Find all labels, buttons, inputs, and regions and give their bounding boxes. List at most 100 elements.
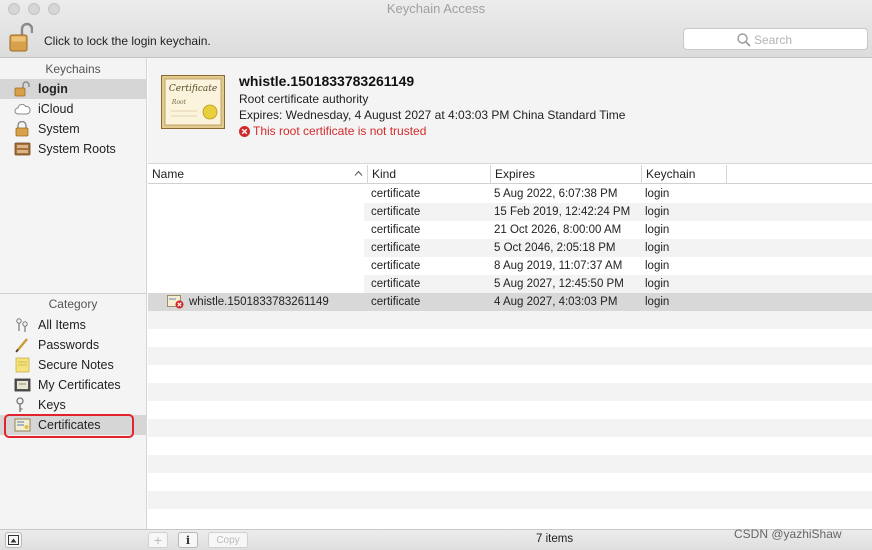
all-items-icon <box>16 318 28 332</box>
sidebar-item-login[interactable]: login <box>0 79 146 99</box>
search-icon <box>737 33 751 47</box>
trust-warning-text: This root certificate is not trusted <box>253 124 427 138</box>
cell-expires: 4 Aug 2027, 4:03:03 PM <box>494 296 618 308</box>
cell-keychain: login <box>645 206 670 218</box>
sidebar-divider <box>0 293 146 294</box>
certificate-type: Root certificate authority <box>239 92 369 106</box>
note-icon <box>15 357 30 373</box>
sidebar-item-label: My Certificates <box>38 378 121 392</box>
sidebar-item-label: System <box>38 122 80 136</box>
watermark: CSDN @yazhiShaw <box>734 527 842 541</box>
redacted-names-area <box>148 185 364 293</box>
certificate-image-title: Certificate <box>169 84 217 94</box>
sidebar-item-label: Passwords <box>38 338 100 352</box>
sidebar-item-my-certificates[interactable]: My Certificates <box>0 375 146 395</box>
cell-expires: 5 Oct 2046, 2:05:18 PM <box>494 242 616 254</box>
certificate-large-icon: Certificate Root <box>161 75 225 129</box>
lock-status-text: Click to lock the login keychain. <box>44 34 211 48</box>
table-header: Name Kind Expires Keychain <box>148 165 872 184</box>
sidebar-item-label: System Roots <box>38 142 116 156</box>
category-header: Category <box>48 297 98 311</box>
column-header-expires[interactable]: Expires <box>491 165 642 184</box>
open-lock-icon <box>9 22 34 52</box>
sidebar-item-passwords[interactable]: Passwords <box>0 335 146 355</box>
cell-expires: 15 Feb 2019, 12:42:24 PM <box>494 206 631 218</box>
title-bar: Keychain Access Click to lock the login … <box>0 0 872 58</box>
column-header-label: Expires <box>495 167 536 181</box>
sidebar: Keychains login iCloud System System Roo… <box>0 58 147 530</box>
cell-kind: certificate <box>371 224 421 236</box>
search-input[interactable] <box>754 32 854 47</box>
sidebar-item-icloud[interactable]: iCloud <box>0 99 146 119</box>
cell-expires: 5 Aug 2027, 12:45:50 PM <box>494 278 624 290</box>
sidebar-item-system[interactable]: System <box>0 119 146 139</box>
empty-row <box>148 383 872 401</box>
column-header-label: Name <box>152 167 185 181</box>
empty-row <box>148 455 872 473</box>
sidebar-item-label: iCloud <box>38 102 74 116</box>
sidebar-item-keys[interactable]: Keys <box>0 395 146 415</box>
empty-row <box>148 437 872 455</box>
key-icon <box>16 397 24 412</box>
column-header-label: Keychain <box>646 167 696 181</box>
keychains-header: Keychains <box>45 62 101 76</box>
items-table: Name Kind Expires Keychain certificate 5 … <box>148 165 872 529</box>
error-icon <box>239 125 250 137</box>
column-header-name[interactable]: Name <box>148 165 368 184</box>
empty-row <box>148 329 872 347</box>
sidebar-item-label: All Items <box>38 318 86 332</box>
cell-kind: certificate <box>371 260 421 272</box>
cell-keychain: login <box>645 242 670 254</box>
open-lock-icon <box>14 81 30 97</box>
untrusted-certificate-icon <box>167 295 184 309</box>
sidebar-item-label: Secure Notes <box>38 358 114 372</box>
cell-kind: certificate <box>371 278 421 290</box>
trust-warning: This root certificate is not trusted <box>239 124 426 138</box>
sidebar-item-secure-notes[interactable]: Secure Notes <box>0 355 146 375</box>
info-button[interactable]: i <box>178 532 198 548</box>
cell-kind: certificate <box>371 206 421 218</box>
item-count: 7 items <box>536 533 574 545</box>
cabinet-icon <box>14 142 31 156</box>
sidebar-item-system-roots[interactable]: System Roots <box>0 139 146 159</box>
cell-expires: 21 Oct 2026, 8:00:00 AM <box>494 224 622 236</box>
cell-kind: certificate <box>371 242 421 254</box>
sidebar-item-all-items[interactable]: All Items <box>0 315 146 335</box>
cell-keychain: login <box>645 188 670 200</box>
empty-row <box>148 347 872 365</box>
sort-ascending-icon <box>354 170 363 176</box>
empty-row <box>148 401 872 419</box>
cell-keychain: login <box>645 224 670 236</box>
cell-keychain: login <box>645 278 670 290</box>
cloud-icon <box>14 103 31 115</box>
empty-row <box>148 491 872 509</box>
table-row[interactable]: whistle.1501833783261149 certificate 4 Aug… <box>148 293 872 311</box>
column-header-keychain[interactable]: Keychain <box>642 165 727 184</box>
empty-row <box>148 473 872 491</box>
column-header-kind[interactable]: Kind <box>368 165 491 184</box>
lock-keychain-button[interactable] <box>9 21 34 53</box>
sidebar-item-label: Keys <box>38 398 66 412</box>
cell-expires: 8 Aug 2019, 11:07:37 AM <box>494 260 623 272</box>
sidebar-item-label: login <box>38 82 68 96</box>
empty-row <box>148 509 872 527</box>
copy-button[interactable]: Copy <box>208 532 248 548</box>
cell-keychain: login <box>645 296 670 308</box>
cell-keychain: login <box>645 260 670 272</box>
pen-icon <box>15 338 28 353</box>
window-title: Keychain Access <box>386 1 486 16</box>
cell-name: whistle.1501833783261149 <box>189 296 329 308</box>
empty-row <box>148 419 872 437</box>
lock-icon <box>15 121 29 137</box>
certificate-info-pane: Certificate Root whistle.150183378326114… <box>148 58 872 164</box>
cell-kind: certificate <box>371 296 421 308</box>
empty-row <box>148 311 872 329</box>
add-item-button[interactable]: + <box>148 532 168 548</box>
certificate-expiry: Expires: Wednesday, 4 August 2027 at 4:0… <box>239 108 626 122</box>
empty-row <box>148 365 872 383</box>
certificate-name: whistle.1501833783261149 <box>239 73 415 89</box>
sidebar-toggle-icon <box>8 535 19 545</box>
search-field[interactable] <box>683 28 868 50</box>
toggle-sidebar-button[interactable] <box>5 532 22 548</box>
cell-expires: 5 Aug 2022, 6:07:38 PM <box>494 188 618 200</box>
